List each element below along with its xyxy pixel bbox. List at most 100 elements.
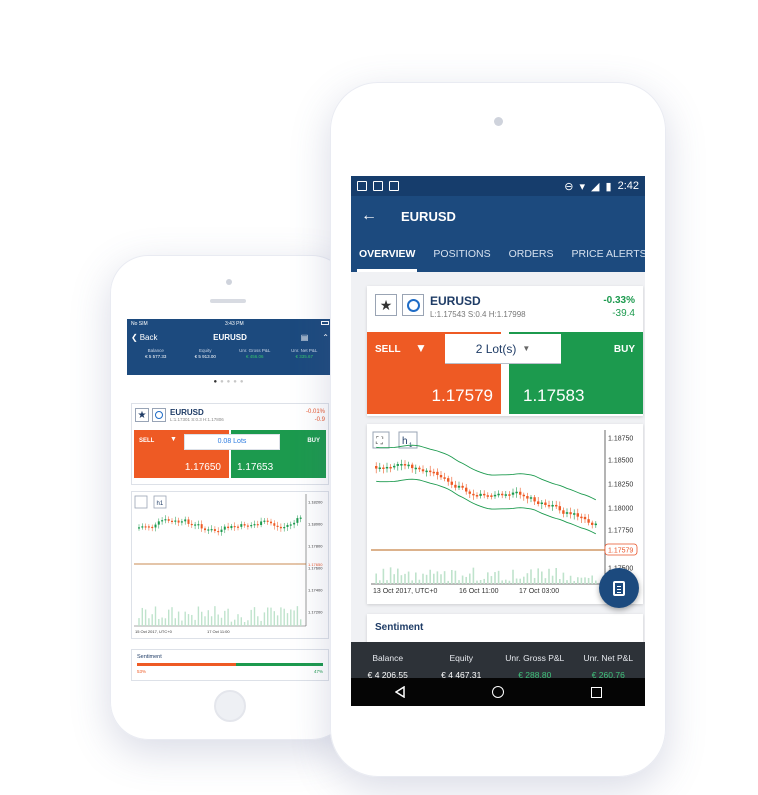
chevron-up-icon[interactable]: ⌃ bbox=[322, 333, 329, 342]
tab-price-alerts[interactable]: PRICE ALERTS bbox=[572, 236, 645, 272]
circle-icon[interactable] bbox=[152, 408, 166, 422]
battery-icon: ▮ bbox=[605, 180, 612, 193]
system-icons: ⊖ ▾ ◢ ▮ 2:42 bbox=[564, 180, 639, 193]
price-chart[interactable]: h1 1.18200 1.18000 1.17800 1.17600 1.17400 1.… bbox=[131, 491, 329, 639]
star-icon[interactable]: ★ bbox=[375, 294, 397, 316]
y-tick-label: 1.17800 bbox=[308, 544, 323, 549]
candle-body bbox=[164, 519, 167, 521]
volume-bar bbox=[508, 580, 511, 584]
notification-icons bbox=[357, 181, 399, 191]
instrument-info: EURUSD L:1.17543 S:0.4 H:1.17998 bbox=[430, 294, 526, 319]
stat-gross-pl: Unr. Gross P&L € 456.06 bbox=[230, 348, 280, 360]
volume-bar bbox=[526, 573, 529, 584]
fullscreen-icon[interactable] bbox=[134, 495, 148, 509]
page-dot: ●●●● bbox=[220, 379, 247, 385]
volume-bar bbox=[379, 580, 381, 584]
volume-bar bbox=[386, 580, 388, 584]
volume-bar bbox=[404, 573, 406, 584]
candlestick-chart: h1 1.182001.180001.178001.176001.174001.… bbox=[134, 494, 323, 634]
change-points: -0.9 bbox=[314, 417, 325, 423]
sentiment-buy-pct: 47% bbox=[313, 669, 323, 674]
volume-bar bbox=[382, 568, 385, 584]
ios-nav-bar: ❮ Back EURUSD ▤ ⌃ bbox=[127, 328, 333, 346]
tab-orders[interactable]: ORDERS bbox=[509, 236, 554, 272]
home-button[interactable] bbox=[214, 690, 246, 722]
candle-body bbox=[526, 496, 529, 499]
volume-bar bbox=[187, 614, 190, 626]
candle-body bbox=[504, 494, 507, 496]
trade-panel: SELL ▼ 1.17579 ▲ BUY 1.17583 2 Lot(s) ▼ bbox=[367, 332, 643, 414]
candle-body bbox=[562, 510, 565, 514]
candle-body bbox=[279, 526, 282, 529]
candle-body bbox=[493, 494, 497, 497]
clipboard-icon[interactable]: ▤ bbox=[301, 333, 309, 342]
volume-bar bbox=[161, 617, 163, 626]
volume-bar bbox=[197, 606, 200, 626]
candle-body bbox=[227, 526, 230, 529]
arrow-left-icon[interactable]: ← bbox=[361, 207, 401, 225]
nav-back-icon[interactable] bbox=[394, 686, 405, 698]
sell-price: 1.17579 bbox=[431, 386, 493, 405]
candle-body bbox=[583, 516, 587, 520]
volume-bar bbox=[267, 607, 269, 626]
stat-equity: Equity € 5 913.00 bbox=[181, 348, 231, 360]
volume-bar bbox=[476, 580, 478, 584]
candle-body bbox=[393, 465, 396, 468]
volume-bar bbox=[154, 606, 157, 626]
order-ticket-button[interactable] bbox=[599, 568, 639, 608]
tab-positions[interactable]: POSITIONS bbox=[433, 236, 490, 272]
volume-bar bbox=[290, 609, 292, 626]
stat-value: € 456.06 bbox=[245, 354, 264, 359]
stat-net-pl: Unr. Net P&L € 335.67 bbox=[280, 348, 330, 360]
candle-body bbox=[594, 523, 597, 526]
instrument-card: ★ EURUSD L:1.17301 S:0.3 H:1.17806 -0.01… bbox=[131, 403, 329, 485]
volume-bar bbox=[375, 573, 377, 584]
sentiment-percents: 53% 47% bbox=[137, 669, 323, 674]
volume-bar bbox=[418, 579, 421, 584]
ios-status-bar: No SIM 3:43 PM bbox=[127, 319, 333, 328]
lots-dropdown[interactable]: 2 Lot(s) ▼ bbox=[445, 334, 561, 364]
stat-label: Balance bbox=[372, 653, 404, 663]
volume-bar bbox=[184, 611, 186, 626]
volume-bar bbox=[273, 611, 275, 626]
sell-label: SELL bbox=[139, 438, 155, 444]
volume-bar bbox=[293, 610, 295, 626]
change-percent: -0.01% bbox=[305, 409, 325, 415]
page-indicator[interactable]: ●●●●● bbox=[127, 375, 333, 389]
y-tick-label: 1.17750 bbox=[608, 528, 633, 535]
candle-body bbox=[385, 466, 389, 469]
circle-icon[interactable] bbox=[402, 294, 424, 316]
nav-actions: ▤ ⌃ bbox=[269, 333, 329, 342]
candles bbox=[138, 515, 302, 536]
lots-input[interactable]: 0.08 Lots bbox=[184, 434, 280, 450]
volume-bar bbox=[548, 568, 550, 584]
volume-bar bbox=[573, 580, 575, 584]
android-status-bar: ⊖ ▾ ◢ ▮ 2:42 bbox=[351, 176, 645, 196]
volume-bar bbox=[204, 616, 206, 626]
candle-body bbox=[253, 524, 256, 526]
wifi-icon: ▾ bbox=[579, 180, 586, 193]
volume-bar bbox=[494, 572, 496, 584]
candle-body bbox=[537, 501, 540, 505]
nav-home-icon[interactable] bbox=[491, 686, 504, 698]
star-icon[interactable]: ★ bbox=[135, 408, 149, 422]
buy-price: 1.17583 bbox=[523, 386, 585, 405]
volume-bar bbox=[181, 620, 183, 626]
nav-recents-icon[interactable] bbox=[590, 686, 602, 698]
candle-body bbox=[508, 494, 511, 496]
volume-bar bbox=[461, 575, 464, 584]
candle-body bbox=[447, 478, 450, 482]
candle-body bbox=[157, 521, 160, 525]
tab-bar: OVERVIEW POSITIONS ORDERS PRICE ALERTS H bbox=[351, 236, 645, 272]
dnd-icon: ⊖ bbox=[564, 180, 574, 193]
y-tick-labels: 1.182001.180001.178001.176001.174001.172… bbox=[308, 500, 323, 615]
back-button[interactable]: ❮ Back bbox=[131, 333, 191, 342]
volume-bar bbox=[447, 580, 449, 584]
candle-body bbox=[490, 495, 493, 497]
page-title: EURUSD bbox=[213, 332, 247, 342]
volume-bar bbox=[422, 573, 424, 584]
tab-overview[interactable]: OVERVIEW bbox=[356, 236, 418, 272]
candle-body bbox=[558, 506, 561, 511]
candle-body bbox=[515, 491, 518, 494]
candle-body bbox=[204, 528, 206, 531]
